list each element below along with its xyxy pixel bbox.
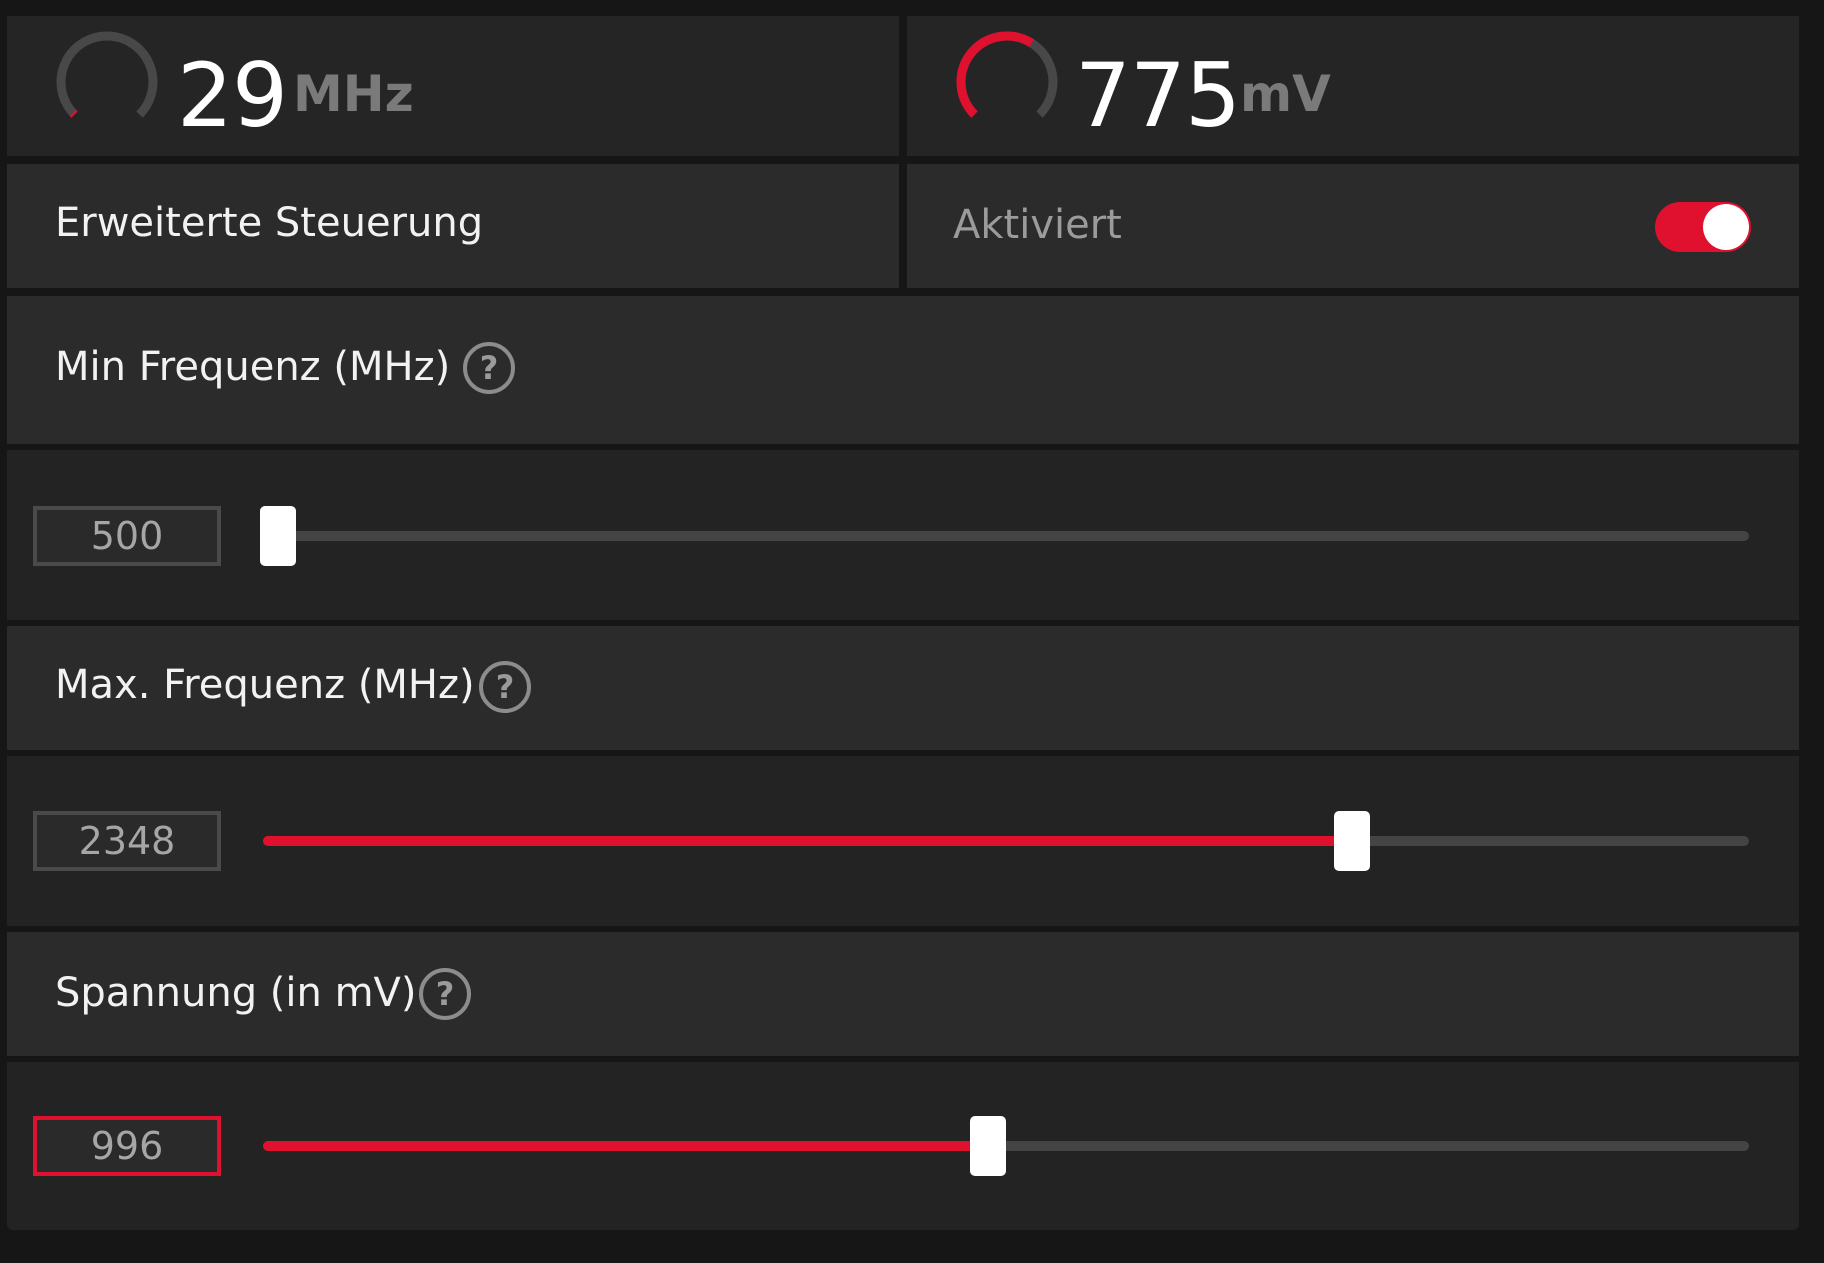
voltage-slider-row: 996 (7, 1062, 1799, 1230)
voltage-input[interactable]: 996 (33, 1116, 221, 1176)
advanced-control-toggle[interactable] (1655, 202, 1751, 252)
max-frequency-header: Max. Frequenz (MHz) ? (7, 626, 1799, 750)
voltage-value: 775 (1075, 44, 1241, 147)
min-frequency-slider-thumb[interactable] (259, 506, 296, 566)
max-frequency-slider-thumb[interactable] (1334, 811, 1371, 871)
max-frequency-input[interactable]: 2348 (33, 811, 221, 871)
min-frequency-slider-track[interactable] (259, 506, 1749, 566)
voltage-gauge-tile: 775 mV (907, 16, 1799, 156)
min-frequency-header: Min Frequenz (MHz) ? (7, 296, 1799, 444)
max-frequency-slider-track[interactable] (263, 811, 1749, 871)
voltage-header: Spannung (in mV) ? (7, 932, 1799, 1056)
voltage-help-icon[interactable]: ? (419, 968, 471, 1020)
advanced-control-status: Aktiviert (953, 202, 1122, 248)
window-frame-top (0, 0, 1824, 16)
max-frequency-slider-row: 2348 (7, 756, 1799, 926)
voltage-unit: mV (1240, 65, 1331, 123)
clock-gauge-icon (56, 31, 158, 118)
advanced-control-label-cell: Erweiterte Steuerung (7, 164, 899, 288)
toggle-knob (1703, 204, 1749, 250)
min-frequency-input[interactable]: 500 (33, 506, 221, 566)
clock-gauge-tile: 29 MHz (7, 16, 899, 156)
max-frequency-help-icon[interactable]: ? (479, 661, 531, 713)
clock-value: 29 (177, 44, 288, 147)
max-frequency-slider-fill (263, 836, 1353, 846)
min-frequency-slider-row: 500 (7, 450, 1799, 620)
advanced-control-label: Erweiterte Steuerung (55, 200, 484, 246)
voltage-slider-thumb[interactable] (970, 1116, 1007, 1176)
voltage-setting-label: Spannung (in mV) (55, 970, 417, 1016)
clock-unit: MHz (293, 65, 414, 123)
min-frequency-label: Min Frequenz (MHz) (55, 344, 451, 390)
voltage-slider-fill (263, 1141, 989, 1151)
voltage-gauge-icon (956, 31, 1058, 118)
voltage-slider-track[interactable] (263, 1116, 1749, 1176)
advanced-control-toggle-cell: Aktiviert (907, 164, 1799, 288)
min-frequency-help-icon[interactable]: ? (463, 342, 515, 394)
max-frequency-label: Max. Frequenz (MHz) (55, 662, 475, 708)
